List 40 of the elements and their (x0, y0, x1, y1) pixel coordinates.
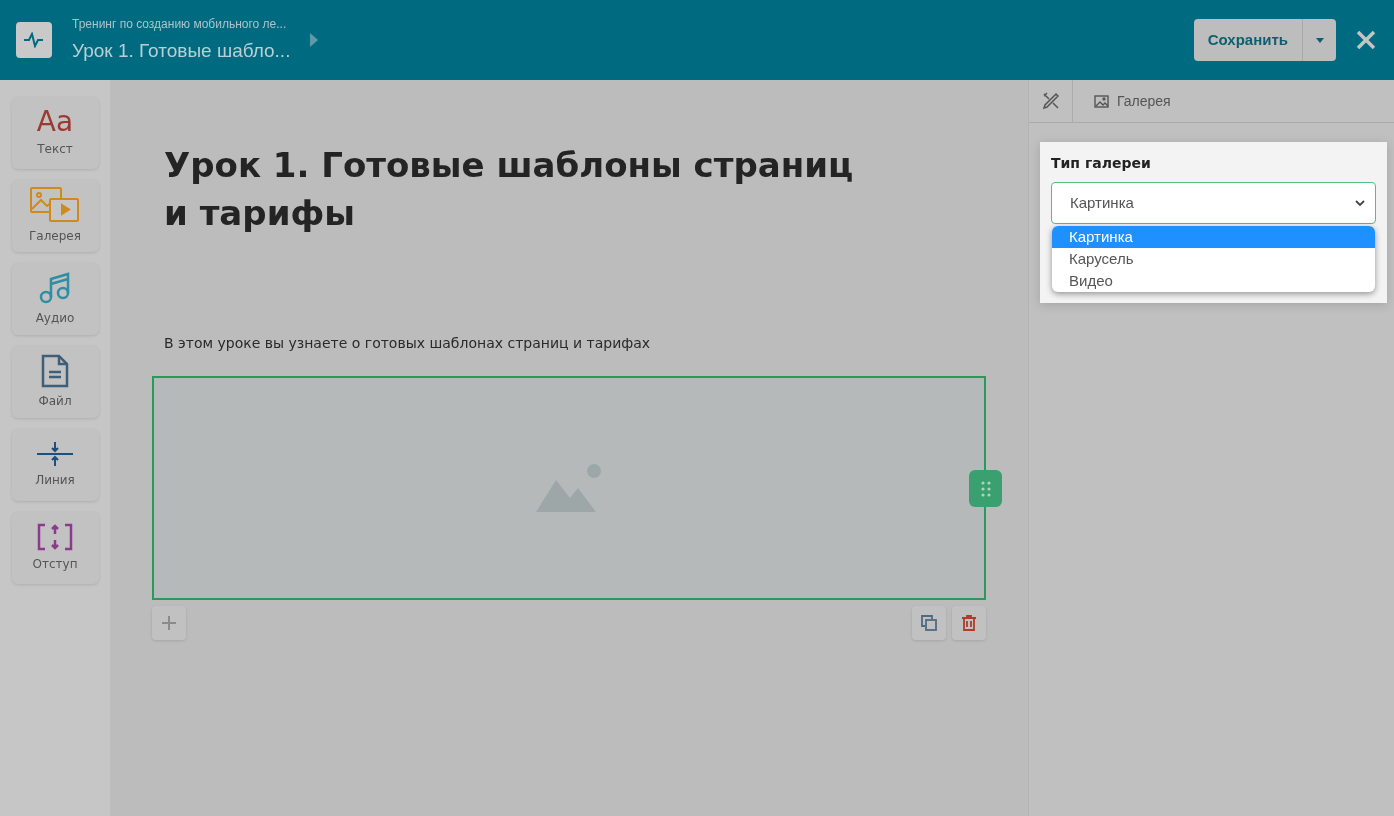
grip-dots-icon (980, 480, 991, 497)
caret-right-icon[interactable] (310, 33, 319, 47)
field-label: Тип галереи (1051, 154, 1152, 173)
tool-button[interactable]: Галерея (11, 180, 99, 252)
app-logo-icon (16, 22, 52, 58)
duplicate-button[interactable] (912, 606, 946, 641)
dropdown-option[interactable]: Картинка (1052, 226, 1375, 248)
plus-icon (162, 616, 176, 631)
chevron-down-icon (1355, 200, 1365, 206)
copy-icon (921, 615, 937, 632)
drag-handle[interactable] (969, 470, 1002, 508)
gallery-type-select[interactable]: Картинка (1051, 182, 1376, 224)
close-button[interactable] (1354, 28, 1378, 52)
dropdown-option[interactable]: Видео (1052, 270, 1375, 292)
text-tool-glyph: Aa (36, 108, 74, 136)
divider-line-icon (36, 441, 74, 467)
tool-button[interactable]: Линия (11, 429, 99, 501)
lesson-description: В этом уроке вы узнаете о готовых шаблонах страниц и тарифах (164, 334, 652, 354)
trash-icon (962, 615, 976, 632)
tool-button[interactable]: Аудио (11, 263, 99, 335)
save-button[interactable]: Сохранить (1193, 19, 1302, 61)
lesson-title: Урок 1. Готовые шабло... (72, 38, 291, 63)
caret-down-icon (1315, 37, 1324, 43)
tool-button[interactable]: Файл (11, 346, 99, 418)
course-title: Тренинг по созданию мобильного ле... (72, 15, 288, 33)
gallery-block[interactable] (152, 376, 986, 601)
lesson-heading: Урок 1. Готовые шаблоны страниц и тарифы (164, 144, 855, 235)
tool-button[interactable]: Отступ (11, 512, 99, 584)
add-block-button[interactable] (152, 606, 186, 641)
delete-button[interactable] (952, 606, 986, 641)
tool-button[interactable]: Aa Текст (11, 97, 99, 169)
dropdown-option[interactable]: Карусель (1052, 248, 1375, 270)
image-icon (1094, 94, 1109, 108)
music-note-icon (38, 271, 72, 305)
image-placeholder-icon (536, 464, 602, 513)
gallery-icon (30, 187, 80, 223)
close-icon (1356, 30, 1376, 50)
breadcrumb-label: Галерея (1117, 91, 1171, 111)
spacing-icon (37, 523, 73, 551)
document-icon (41, 354, 69, 388)
